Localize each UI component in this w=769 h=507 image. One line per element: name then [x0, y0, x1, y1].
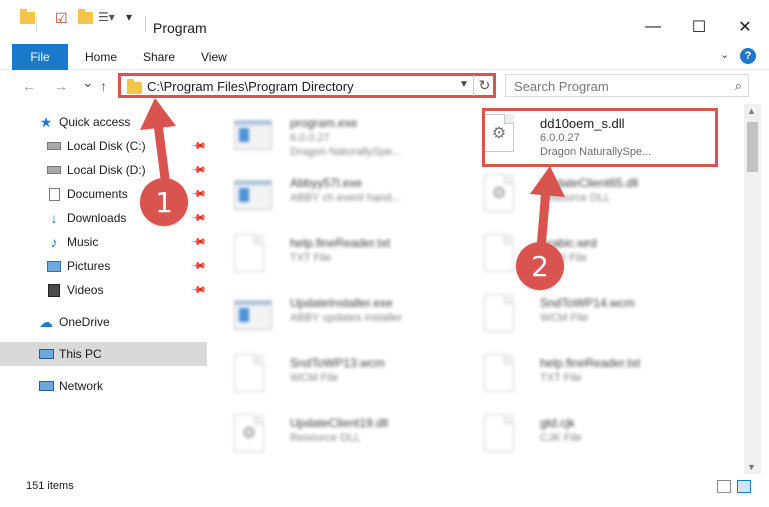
arrow-2: [530, 166, 565, 253]
arrow-1: [140, 98, 176, 191]
annotation-arrows: [140, 98, 565, 253]
step-1-badge: 1: [140, 178, 188, 226]
step-2-badge: 2: [516, 242, 564, 290]
